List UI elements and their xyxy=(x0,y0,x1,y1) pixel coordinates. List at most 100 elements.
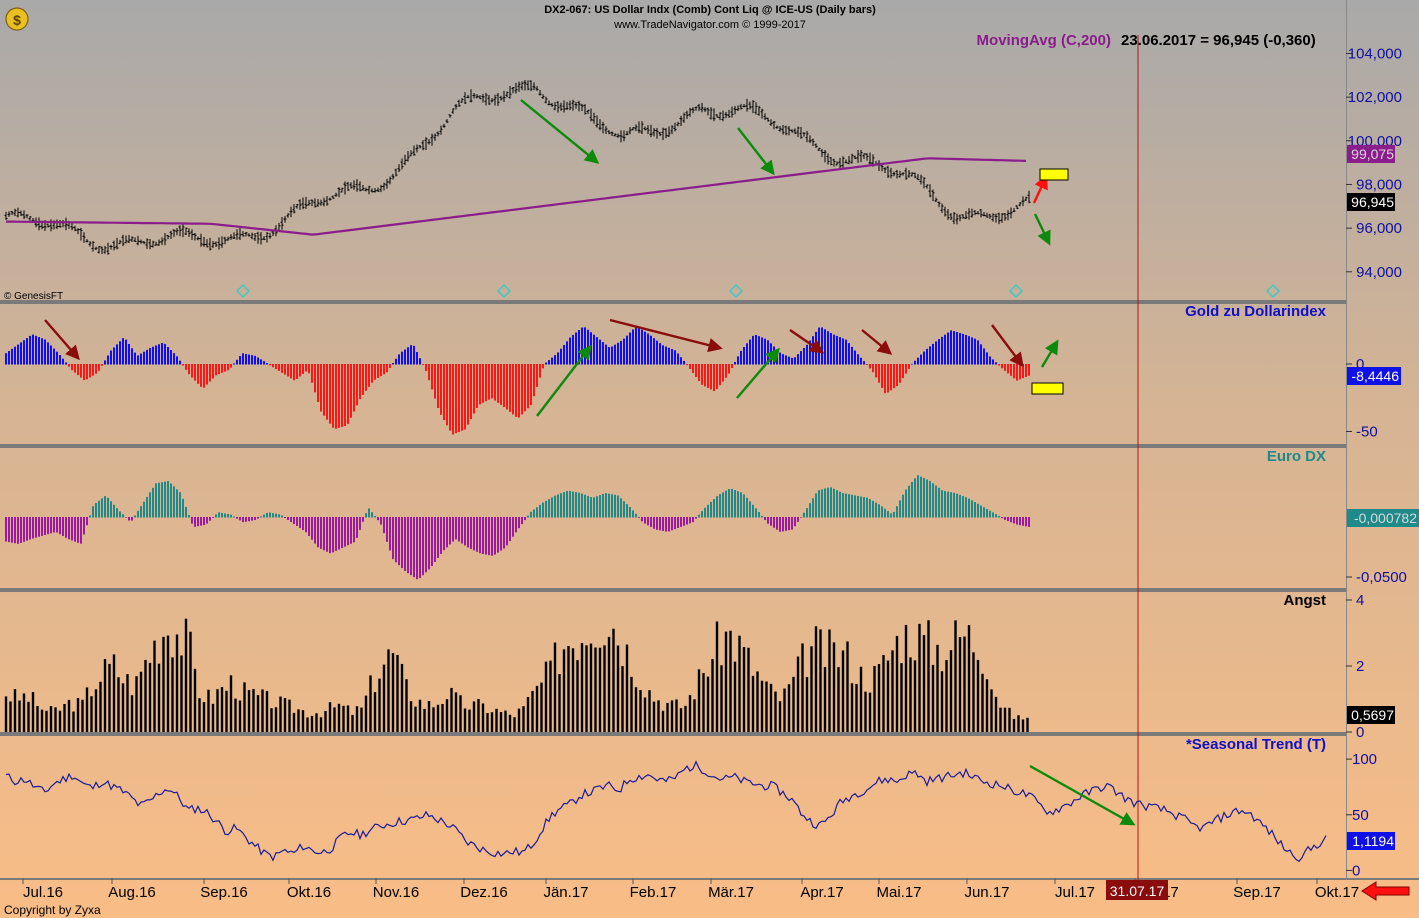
angst-bar xyxy=(950,650,952,732)
euro-bar xyxy=(107,498,109,518)
gold-bar xyxy=(146,350,148,365)
x-tick-label: Nov.16 xyxy=(373,884,419,901)
gold-bar xyxy=(758,336,760,364)
euro-bar xyxy=(905,490,907,518)
gold-bar xyxy=(386,364,388,372)
gold-bar xyxy=(248,355,250,365)
gold-bar xyxy=(911,364,913,365)
gold-bar xyxy=(851,347,853,365)
euro-bar xyxy=(194,517,196,527)
euro-bar xyxy=(593,497,595,517)
gold-bar xyxy=(239,356,241,364)
euro-bar xyxy=(566,491,568,518)
gold-bar xyxy=(845,340,847,365)
angst-bar xyxy=(666,703,668,732)
chart-header-source: www.TradeNavigator.com © 1999-2017 xyxy=(613,19,806,31)
euro-bar xyxy=(380,517,382,525)
euro-bar xyxy=(914,478,916,517)
euro-bar xyxy=(200,517,202,526)
angst-bar xyxy=(644,697,646,732)
angst-bar xyxy=(707,677,709,732)
euro-bar xyxy=(392,517,394,559)
angst-bar xyxy=(185,619,187,732)
euro-bar xyxy=(686,517,688,525)
euro-bar xyxy=(1016,517,1018,525)
euro-bar xyxy=(467,517,469,547)
euro-bar xyxy=(428,517,430,569)
euro-bar xyxy=(1019,517,1021,525)
euro-bar xyxy=(293,517,295,524)
gold-bar xyxy=(599,340,601,365)
euro-bar xyxy=(1025,517,1027,526)
euro-bar xyxy=(908,486,910,518)
angst-bar xyxy=(963,637,965,732)
euro-bar xyxy=(959,495,961,518)
gold-bar xyxy=(26,338,28,364)
gold-bar xyxy=(308,364,310,373)
gold-bar xyxy=(359,364,361,399)
euro-bar xyxy=(134,515,136,517)
gold-bar xyxy=(662,345,664,364)
gold-bar xyxy=(965,335,967,365)
gold-bar xyxy=(254,356,256,365)
gold-bar xyxy=(440,364,442,415)
gold-bar xyxy=(983,348,985,364)
gold-bar xyxy=(176,356,178,364)
gold-bar xyxy=(554,355,556,364)
gold-bar xyxy=(782,354,784,364)
angst-bar xyxy=(810,646,812,732)
angst-bar xyxy=(941,671,943,732)
angst-bar xyxy=(230,675,232,732)
gold-yellow-marker xyxy=(1032,383,1063,394)
euro-bar xyxy=(803,513,805,518)
gold-bar xyxy=(446,364,448,425)
gold-bar xyxy=(68,364,70,367)
gold-bar xyxy=(410,345,412,364)
angst-bar xyxy=(999,708,1001,732)
gold-bar xyxy=(65,362,67,364)
euro-bar xyxy=(383,517,385,533)
euro-bar xyxy=(776,517,778,530)
euro-bar xyxy=(884,509,886,518)
gold-bar xyxy=(392,363,394,364)
euro-bar xyxy=(176,489,178,517)
euro-bar xyxy=(506,517,508,545)
euro-bar xyxy=(614,495,616,518)
angst-bar xyxy=(225,691,227,732)
gold-bar xyxy=(644,332,646,365)
angst-bar xyxy=(1004,708,1006,732)
euro-bar xyxy=(737,491,739,517)
angst-bar xyxy=(567,646,569,732)
gold-bar xyxy=(557,352,559,364)
euro-bar xyxy=(950,492,952,517)
euro-bar xyxy=(710,502,712,518)
gold-bar xyxy=(734,362,736,365)
angst-bar xyxy=(909,657,911,732)
angst-bar xyxy=(302,710,304,732)
gold-bar xyxy=(98,364,100,371)
euro-bar xyxy=(500,517,502,551)
angst-bar xyxy=(104,659,106,732)
seasonal-y-tick-label: 100 xyxy=(1352,751,1377,768)
gold-bar xyxy=(917,358,919,365)
gold-bar xyxy=(701,364,703,385)
angst-bar xyxy=(936,645,938,732)
gold-bar xyxy=(470,364,472,419)
gold-bar xyxy=(209,364,211,382)
euro-bar xyxy=(953,493,955,518)
trade-navigator-logo-icon[interactable]: $ xyxy=(6,8,28,30)
euro-bar xyxy=(512,517,514,537)
euro-bar xyxy=(152,488,154,518)
euro-bar xyxy=(542,503,544,518)
euro-bar xyxy=(431,517,433,566)
euro-bar xyxy=(833,489,835,518)
angst-bar xyxy=(378,679,380,732)
euro-bar xyxy=(680,517,682,527)
gold-bar xyxy=(971,337,973,364)
angst-bar xyxy=(968,625,970,732)
price-y-tick-label: 98,000 xyxy=(1356,176,1402,193)
angst-bar xyxy=(14,689,16,732)
gold-bar xyxy=(566,341,568,364)
angst-bar xyxy=(315,713,317,732)
euro-bar xyxy=(89,516,91,518)
